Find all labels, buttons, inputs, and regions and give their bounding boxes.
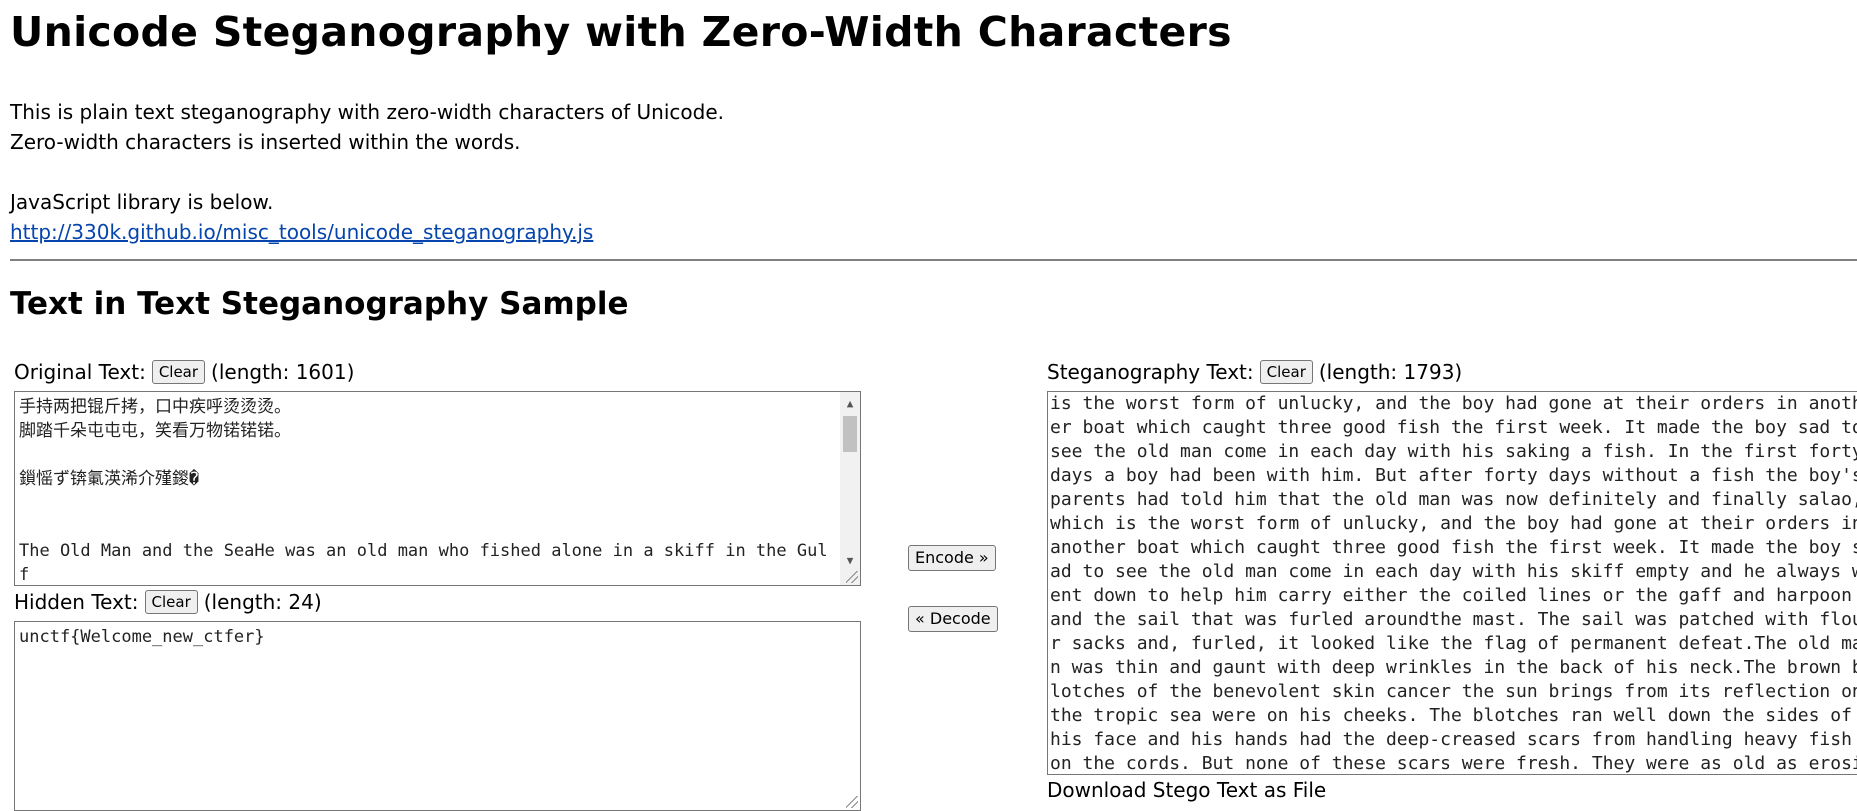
original-length: (length: 1601): [211, 360, 355, 384]
scroll-down-icon[interactable]: ▼: [840, 549, 860, 567]
hidden-text-label-row: Hidden Text: Clear (length: 24): [14, 590, 322, 614]
intro-line-2: Zero-width characters is inserted within…: [10, 130, 521, 154]
intro-line-1: This is plain text steganography with ze…: [10, 100, 724, 124]
hidden-text-area[interactable]: unctf{Welcome_new_ctfer}: [14, 621, 861, 811]
original-text-label-row: Original Text: Clear (length: 1601): [14, 360, 354, 384]
resize-grip-icon[interactable]: [846, 796, 858, 808]
original-text-area[interactable]: 手持两把锟斤拷，口中疾呼烫烫烫。 脚踏千朵屯屯屯，笑看万物锘锘锘。 鎻愮ず锛氭渶…: [14, 391, 861, 586]
stego-length: (length: 1793): [1318, 360, 1463, 384]
scroll-up-icon[interactable]: ▲: [840, 392, 860, 410]
download-stego-link[interactable]: Download Stego Text as File: [1047, 778, 1326, 802]
stego-text-label-row: Steganography Text: Clear (length: 1793): [1047, 360, 1462, 384]
original-scrollbar[interactable]: ▲ ▼: [840, 392, 860, 585]
stego-text-content: is the worst form of unlucky, and the bo…: [1050, 393, 1857, 774]
hidden-text-label: Hidden Text:: [14, 590, 139, 614]
original-text-label: Original Text:: [14, 360, 146, 384]
original-text-content: 手持两把锟斤拷，口中疾呼烫烫烫。 脚踏千朵屯屯屯，笑看万物锘锘锘。 鎻愮ず锛氭渶…: [19, 397, 828, 585]
hidden-text-content: unctf{Welcome_new_ctfer}: [19, 627, 265, 647]
stego-text-area[interactable]: is the worst form of unlucky, and the bo…: [1047, 391, 1857, 775]
stego-text-label: Steganography Text:: [1047, 360, 1254, 384]
library-link[interactable]: http://330k.github.io/misc_tools/unicode…: [10, 220, 593, 244]
resize-grip-icon[interactable]: [846, 571, 858, 583]
section-title: Text in Text Steganography Sample: [10, 286, 629, 322]
encode-button[interactable]: Encode »: [908, 545, 996, 571]
scroll-thumb[interactable]: [843, 416, 857, 452]
section-divider: [10, 259, 1857, 261]
hidden-length: (length: 24): [203, 590, 322, 614]
hidden-clear-button[interactable]: Clear: [144, 590, 198, 614]
decode-button[interactable]: « Decode: [908, 606, 998, 632]
library-label: JavaScript library is below.: [10, 190, 274, 214]
original-clear-button[interactable]: Clear: [151, 360, 206, 384]
stego-clear-button[interactable]: Clear: [1259, 360, 1313, 384]
page-title: Unicode Steganography with Zero-Width Ch…: [10, 8, 1232, 56]
